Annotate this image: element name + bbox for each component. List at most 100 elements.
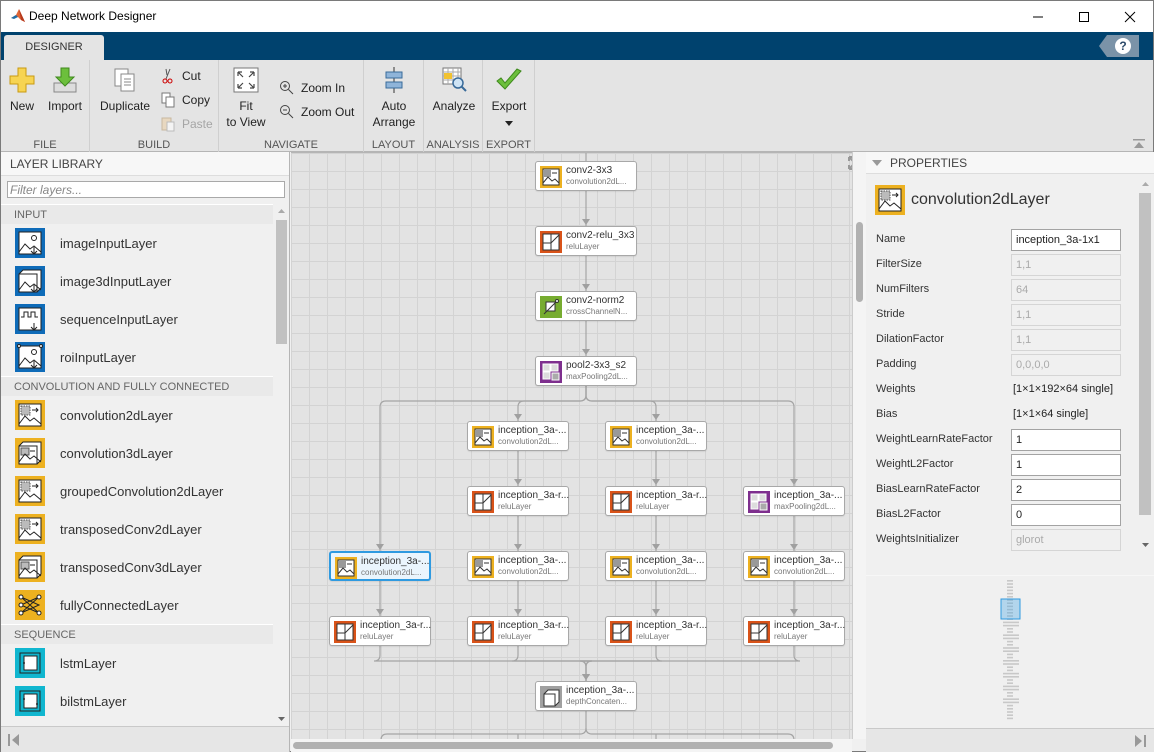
layer-label: convolution3dLayer: [60, 445, 173, 461]
copy-button[interactable]: Copy: [160, 90, 210, 110]
property-key: WeightsInitializer: [876, 533, 959, 545]
overview-node-mark: [1007, 714, 1013, 716]
property-value-field[interactable]: 1: [1011, 429, 1121, 451]
layer-node[interactable]: inception_3a-r... reluLayer: [743, 616, 845, 646]
layer-library-item[interactable]: convolution3dLayer: [1, 434, 273, 472]
canvas-vertical-scrollbar[interactable]: [852, 152, 866, 739]
minimize-button[interactable]: [1015, 1, 1061, 32]
canvas-horizontal-scroll-thumb[interactable]: [293, 742, 833, 749]
property-row: NumFilters 64: [876, 279, 1126, 301]
overview-node-mark: [1003, 701, 1019, 704]
property-value-field[interactable]: 1: [1011, 454, 1121, 476]
layer-node[interactable]: inception_3a-... convolution2dL...: [467, 421, 569, 451]
node-name: conv2-relu_3x3: [566, 230, 635, 241]
layer-node[interactable]: inception_3a-... convolution2dL...: [743, 551, 845, 581]
collapse-left-panel-icon[interactable]: [8, 734, 20, 746]
properties-header[interactable]: PROPERTIES: [866, 152, 1154, 174]
overview-node-mark: [1007, 628, 1013, 630]
node-type: reluLayer: [360, 632, 394, 641]
layer-library-item[interactable]: convolution2dLayer: [1, 396, 273, 434]
property-row: BiasLearnRateFactor 2: [876, 479, 1126, 501]
layer-library-item[interactable]: groupedConvolution2dLayer: [1, 472, 273, 510]
layer-library-item[interactable]: transposedConv3dLayer: [1, 548, 273, 586]
collapse-right-panel-icon[interactable]: [1134, 735, 1146, 747]
export-button[interactable]: Export: [487, 66, 531, 130]
new-button[interactable]: New: [7, 66, 37, 114]
plus-icon: [9, 67, 35, 93]
layer-node[interactable]: conv2-relu_3x3 reluLayer: [535, 226, 637, 256]
node-type: convolution2dL...: [361, 568, 422, 577]
canvas-vertical-scroll-thumb[interactable]: [856, 222, 863, 302]
overview-node-mark: [1007, 695, 1013, 697]
category-header: SEQUENCE: [1, 624, 273, 644]
layer-library-item[interactable]: transposedConv2dLayer: [1, 510, 273, 548]
layer-node[interactable]: inception_3a-... convolution2dL...: [329, 551, 431, 581]
help-button[interactable]: ?: [1099, 35, 1139, 57]
filter-layers-input[interactable]: [7, 181, 285, 198]
collapse-toolstrip-icon[interactable]: [1133, 139, 1145, 149]
layer-library-item-partial[interactable]: [1, 720, 273, 724]
layer-node[interactable]: inception_3a-... maxPooling2dL...: [743, 486, 845, 516]
relu-layer-icon: [472, 621, 494, 643]
layer-node[interactable]: inception_3a-r... reluLayer: [467, 616, 569, 646]
overview-node-mark: [1007, 692, 1013, 694]
section-label-analysis: ANALYSIS: [426, 139, 480, 151]
node-type: reluLayer: [636, 632, 670, 641]
layer-node[interactable]: conv2-3x3 convolution2dL...: [535, 161, 637, 191]
layer-node[interactable]: inception_3a-... convolution2dL...: [467, 551, 569, 581]
zoom-in-button[interactable]: Zoom In: [279, 78, 345, 98]
layer-library-item[interactable]: roiInputLayer: [1, 338, 273, 376]
layer-node[interactable]: conv2-norm2 crossChannelN...: [535, 291, 637, 321]
property-value-field[interactable]: inception_3a-1x1: [1011, 229, 1121, 251]
window-title: Deep Network Designer: [29, 9, 157, 23]
import-button[interactable]: Import: [45, 66, 85, 114]
layer-node[interactable]: inception_3a-... convolution2dL...: [605, 551, 707, 581]
edge-arrow: [652, 414, 660, 420]
grouped-convolution-icon: [15, 476, 45, 506]
duplicate-button[interactable]: Duplicate: [98, 66, 152, 114]
layer-node[interactable]: inception_3a-... convolution2dL...: [605, 421, 707, 451]
layer-list-scrollbar[interactable]: [274, 204, 289, 724]
property-value-field[interactable]: 2: [1011, 479, 1121, 501]
layer-library-item[interactable]: fullyConnectedLayer: [1, 586, 273, 624]
layer-node[interactable]: inception_3a-... depthConcaten...: [535, 681, 637, 711]
layer-node[interactable]: inception_3a-r... reluLayer: [329, 616, 431, 646]
category-header: INPUT: [1, 204, 273, 224]
close-button[interactable]: [1107, 1, 1153, 32]
overview-minimap[interactable]: [866, 576, 1154, 729]
analyze-button[interactable]: Analyze: [430, 66, 478, 114]
layer-node[interactable]: inception_3a-r... reluLayer: [605, 486, 707, 516]
copy-icon: [161, 92, 175, 108]
auto-arrange-button[interactable]: Auto Arrange: [370, 66, 418, 130]
dropdown-arrow-icon: [505, 121, 513, 126]
overview-viewport[interactable]: [1000, 598, 1021, 620]
layer-node[interactable]: pool2-3x3_s2 maxPooling2dL...: [535, 356, 637, 386]
cut-button[interactable]: Cut: [160, 66, 201, 86]
edge-arrow: [652, 544, 660, 550]
image3d-input-icon: [15, 266, 45, 296]
properties-scrollbar[interactable]: [1138, 177, 1153, 551]
fit-to-view-icon: [233, 67, 259, 93]
layer-library-item[interactable]: imageInputLayer: [1, 224, 273, 262]
layer-library-item[interactable]: sequenceInputLayer: [1, 300, 273, 338]
network-canvas[interactable]: conv2-3x3 convolution2dL... conv2-relu_3x3…: [291, 152, 852, 739]
paste-button[interactable]: Paste: [160, 114, 213, 134]
layer-library-item[interactable]: bilstmLayer: [1, 682, 273, 720]
property-value-field[interactable]: 0: [1011, 504, 1121, 526]
layer-library-item[interactable]: image3dInputLayer: [1, 262, 273, 300]
section-label-file: FILE: [33, 139, 57, 151]
maximize-button[interactable]: [1061, 1, 1107, 32]
tab-designer[interactable]: DESIGNER: [4, 35, 104, 61]
layer-node[interactable]: inception_3a-r... reluLayer: [605, 616, 707, 646]
zoom-out-button[interactable]: Zoom Out: [279, 102, 354, 122]
canvas-horizontal-scrollbar[interactable]: [291, 739, 852, 752]
fit-to-view-button[interactable]: Fit to View: [223, 66, 269, 130]
layer-library-item[interactable]: lstmLayer: [1, 644, 273, 682]
layer-node[interactable]: inception_3a-r... reluLayer: [467, 486, 569, 516]
edge: [517, 386, 587, 421]
overview-node-mark: [1003, 634, 1019, 636]
layer-heading: convolution2dLayer: [875, 185, 1050, 215]
node-name: inception_3a-r...: [774, 620, 846, 631]
overview-panel[interactable]: [866, 576, 1154, 729]
overview-node-mark: [1003, 650, 1019, 652]
